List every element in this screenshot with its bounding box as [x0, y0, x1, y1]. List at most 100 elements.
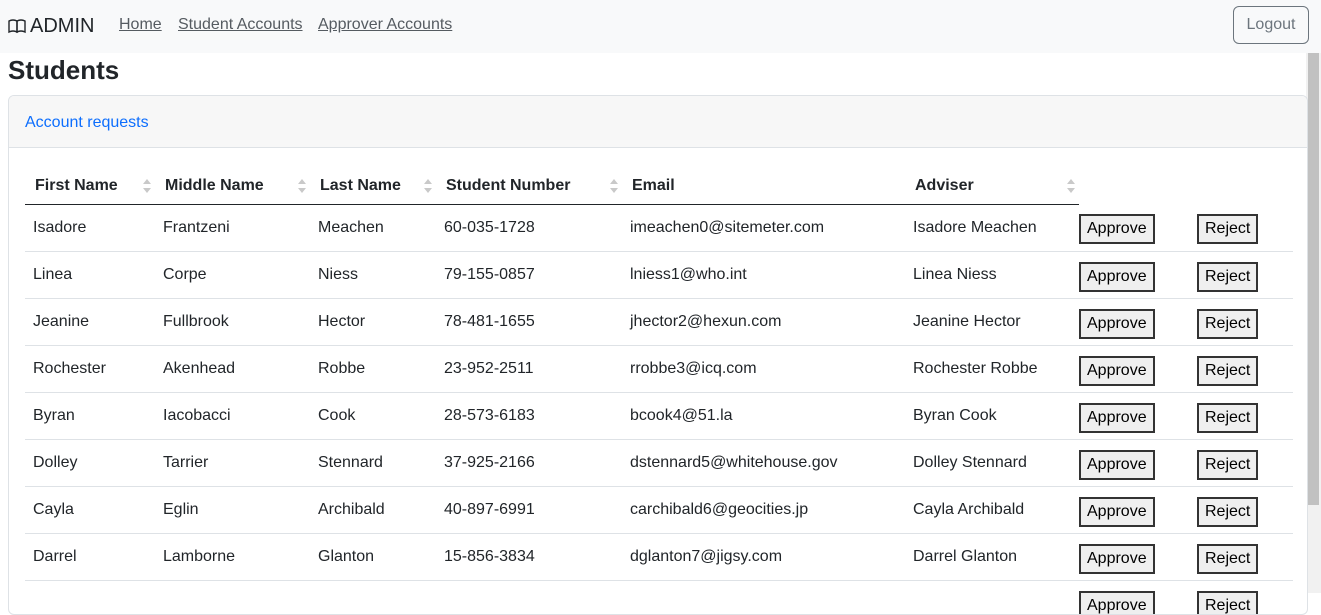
sort-icon [424, 179, 430, 193]
sort-icon [1067, 179, 1073, 193]
column-header-label: Adviser [915, 177, 974, 194]
last-name-cell: Niess [310, 251, 436, 298]
reject-cell: Reject [1197, 392, 1293, 439]
column-header-label: First Name [35, 177, 118, 194]
reject-button[interactable]: Reject [1197, 262, 1258, 292]
reject-button[interactable]: Reject [1197, 591, 1258, 615]
approve-button[interactable]: Approve [1079, 497, 1155, 527]
reject-cell: Reject [1197, 533, 1293, 580]
adviser-cell: Linea Niess [905, 251, 1079, 298]
table-row: LineaCorpeNiess79-155-0857lniess1@who.in… [25, 251, 1293, 298]
email-cell: bcook4@51.la [622, 392, 905, 439]
first-name-cell: Isadore [25, 204, 155, 251]
reject-button[interactable]: Reject [1197, 214, 1258, 244]
reject-button[interactable]: Reject [1197, 356, 1258, 386]
approve-cell: Approve [1079, 533, 1197, 580]
student-number-cell: 78-481-1655 [436, 298, 622, 345]
reject-button[interactable]: Reject [1197, 497, 1258, 527]
last-name-cell [310, 580, 436, 615]
reject-button[interactable]: Reject [1197, 403, 1258, 433]
approve-button[interactable]: Approve [1079, 403, 1155, 433]
nav-link-home[interactable]: Home [119, 16, 162, 34]
sort-icon [143, 179, 149, 193]
email-cell: dstennard5@whitehouse.gov [622, 439, 905, 486]
column-header-middle-name[interactable]: Middle Name [155, 168, 310, 204]
reject-cell: Reject [1197, 204, 1293, 251]
approve-button[interactable]: Approve [1079, 450, 1155, 480]
reject-cell: Reject [1197, 345, 1293, 392]
email-cell [622, 580, 905, 615]
reject-button[interactable]: Reject [1197, 544, 1258, 574]
first-name-cell: Darrel [25, 533, 155, 580]
adviser-cell [905, 580, 1079, 615]
table-row: RochesterAkenheadRobbe23-952-2511rrobbe3… [25, 345, 1293, 392]
table-row: JeanineFullbrookHector78-481-1655jhector… [25, 298, 1293, 345]
column-header-last-name[interactable]: Last Name [310, 168, 436, 204]
column-header-reject [1197, 168, 1293, 204]
account-requests-link[interactable]: Account requests [25, 114, 149, 131]
account-requests-card: Account requests First Name Middle Name … [8, 95, 1308, 615]
first-name-cell: Cayla [25, 486, 155, 533]
approve-cell: Approve [1079, 439, 1197, 486]
reject-button[interactable]: Reject [1197, 309, 1258, 339]
middle-name-cell: Akenhead [155, 345, 310, 392]
email-cell: jhector2@hexun.com [622, 298, 905, 345]
last-name-cell: Glanton [310, 533, 436, 580]
approve-cell: Approve [1079, 392, 1197, 439]
approve-button[interactable]: Approve [1079, 356, 1155, 386]
column-header-label: Student Number [446, 177, 570, 194]
first-name-cell: Byran [25, 392, 155, 439]
student-number-cell: 37-925-2166 [436, 439, 622, 486]
sort-icon [610, 179, 616, 193]
adviser-cell: Byran Cook [905, 392, 1079, 439]
first-name-cell [25, 580, 155, 615]
reject-button[interactable]: Reject [1197, 450, 1258, 480]
student-number-cell: 28-573-6183 [436, 392, 622, 439]
column-header-adviser[interactable]: Adviser [905, 168, 1079, 204]
email-cell: rrobbe3@icq.com [622, 345, 905, 392]
brand-label: ADMIN [30, 15, 94, 38]
sort-icon [298, 179, 304, 193]
student-number-cell: 40-897-6991 [436, 486, 622, 533]
last-name-cell: Stennard [310, 439, 436, 486]
nav-link-approver-accounts[interactable]: Approver Accounts [318, 16, 452, 34]
card-header: Account requests [9, 96, 1307, 148]
table-row: ByranIacobacciCook28-573-6183bcook4@51.l… [25, 392, 1293, 439]
logout-button[interactable]: Logout [1233, 6, 1309, 44]
table-row: DolleyTarrierStennard37-925-2166dstennar… [25, 439, 1293, 486]
column-header-email[interactable]: Email [622, 168, 905, 204]
approve-button[interactable]: Approve [1079, 591, 1155, 615]
column-header-label: Last Name [320, 177, 401, 194]
approve-button[interactable]: Approve [1079, 214, 1155, 244]
last-name-cell: Hector [310, 298, 436, 345]
approve-cell: Approve [1079, 580, 1197, 615]
table-row: IsadoreFrantzeniMeachen60-035-1728imeach… [25, 204, 1293, 251]
scrollbar-thumb[interactable] [1308, 53, 1319, 505]
brand[interactable]: ADMIN [8, 13, 94, 39]
first-name-cell: Linea [25, 251, 155, 298]
reject-cell: Reject [1197, 580, 1293, 615]
page-title: Students [8, 55, 119, 86]
middle-name-cell: Eglin [155, 486, 310, 533]
nav-link-student-accounts[interactable]: Student Accounts [178, 16, 303, 34]
column-header-label: Middle Name [165, 177, 264, 194]
adviser-cell: Cayla Archibald [905, 486, 1079, 533]
approve-button[interactable]: Approve [1079, 309, 1155, 339]
middle-name-cell: Fullbrook [155, 298, 310, 345]
last-name-cell: Archibald [310, 486, 436, 533]
column-header-approve [1079, 168, 1197, 204]
approve-button[interactable]: Approve [1079, 544, 1155, 574]
approve-cell: Approve [1079, 251, 1197, 298]
adviser-cell: Jeanine Hector [905, 298, 1079, 345]
column-header-first-name[interactable]: First Name [25, 168, 155, 204]
column-header-label: Email [632, 177, 675, 194]
middle-name-cell: Iacobacci [155, 392, 310, 439]
column-header-student-number[interactable]: Student Number [436, 168, 622, 204]
reject-cell: Reject [1197, 251, 1293, 298]
middle-name-cell: Lamborne [155, 533, 310, 580]
middle-name-cell: Tarrier [155, 439, 310, 486]
reject-cell: Reject [1197, 298, 1293, 345]
approve-button[interactable]: Approve [1079, 262, 1155, 292]
table-body: IsadoreFrantzeniMeachen60-035-1728imeach… [25, 204, 1293, 615]
first-name-cell: Rochester [25, 345, 155, 392]
